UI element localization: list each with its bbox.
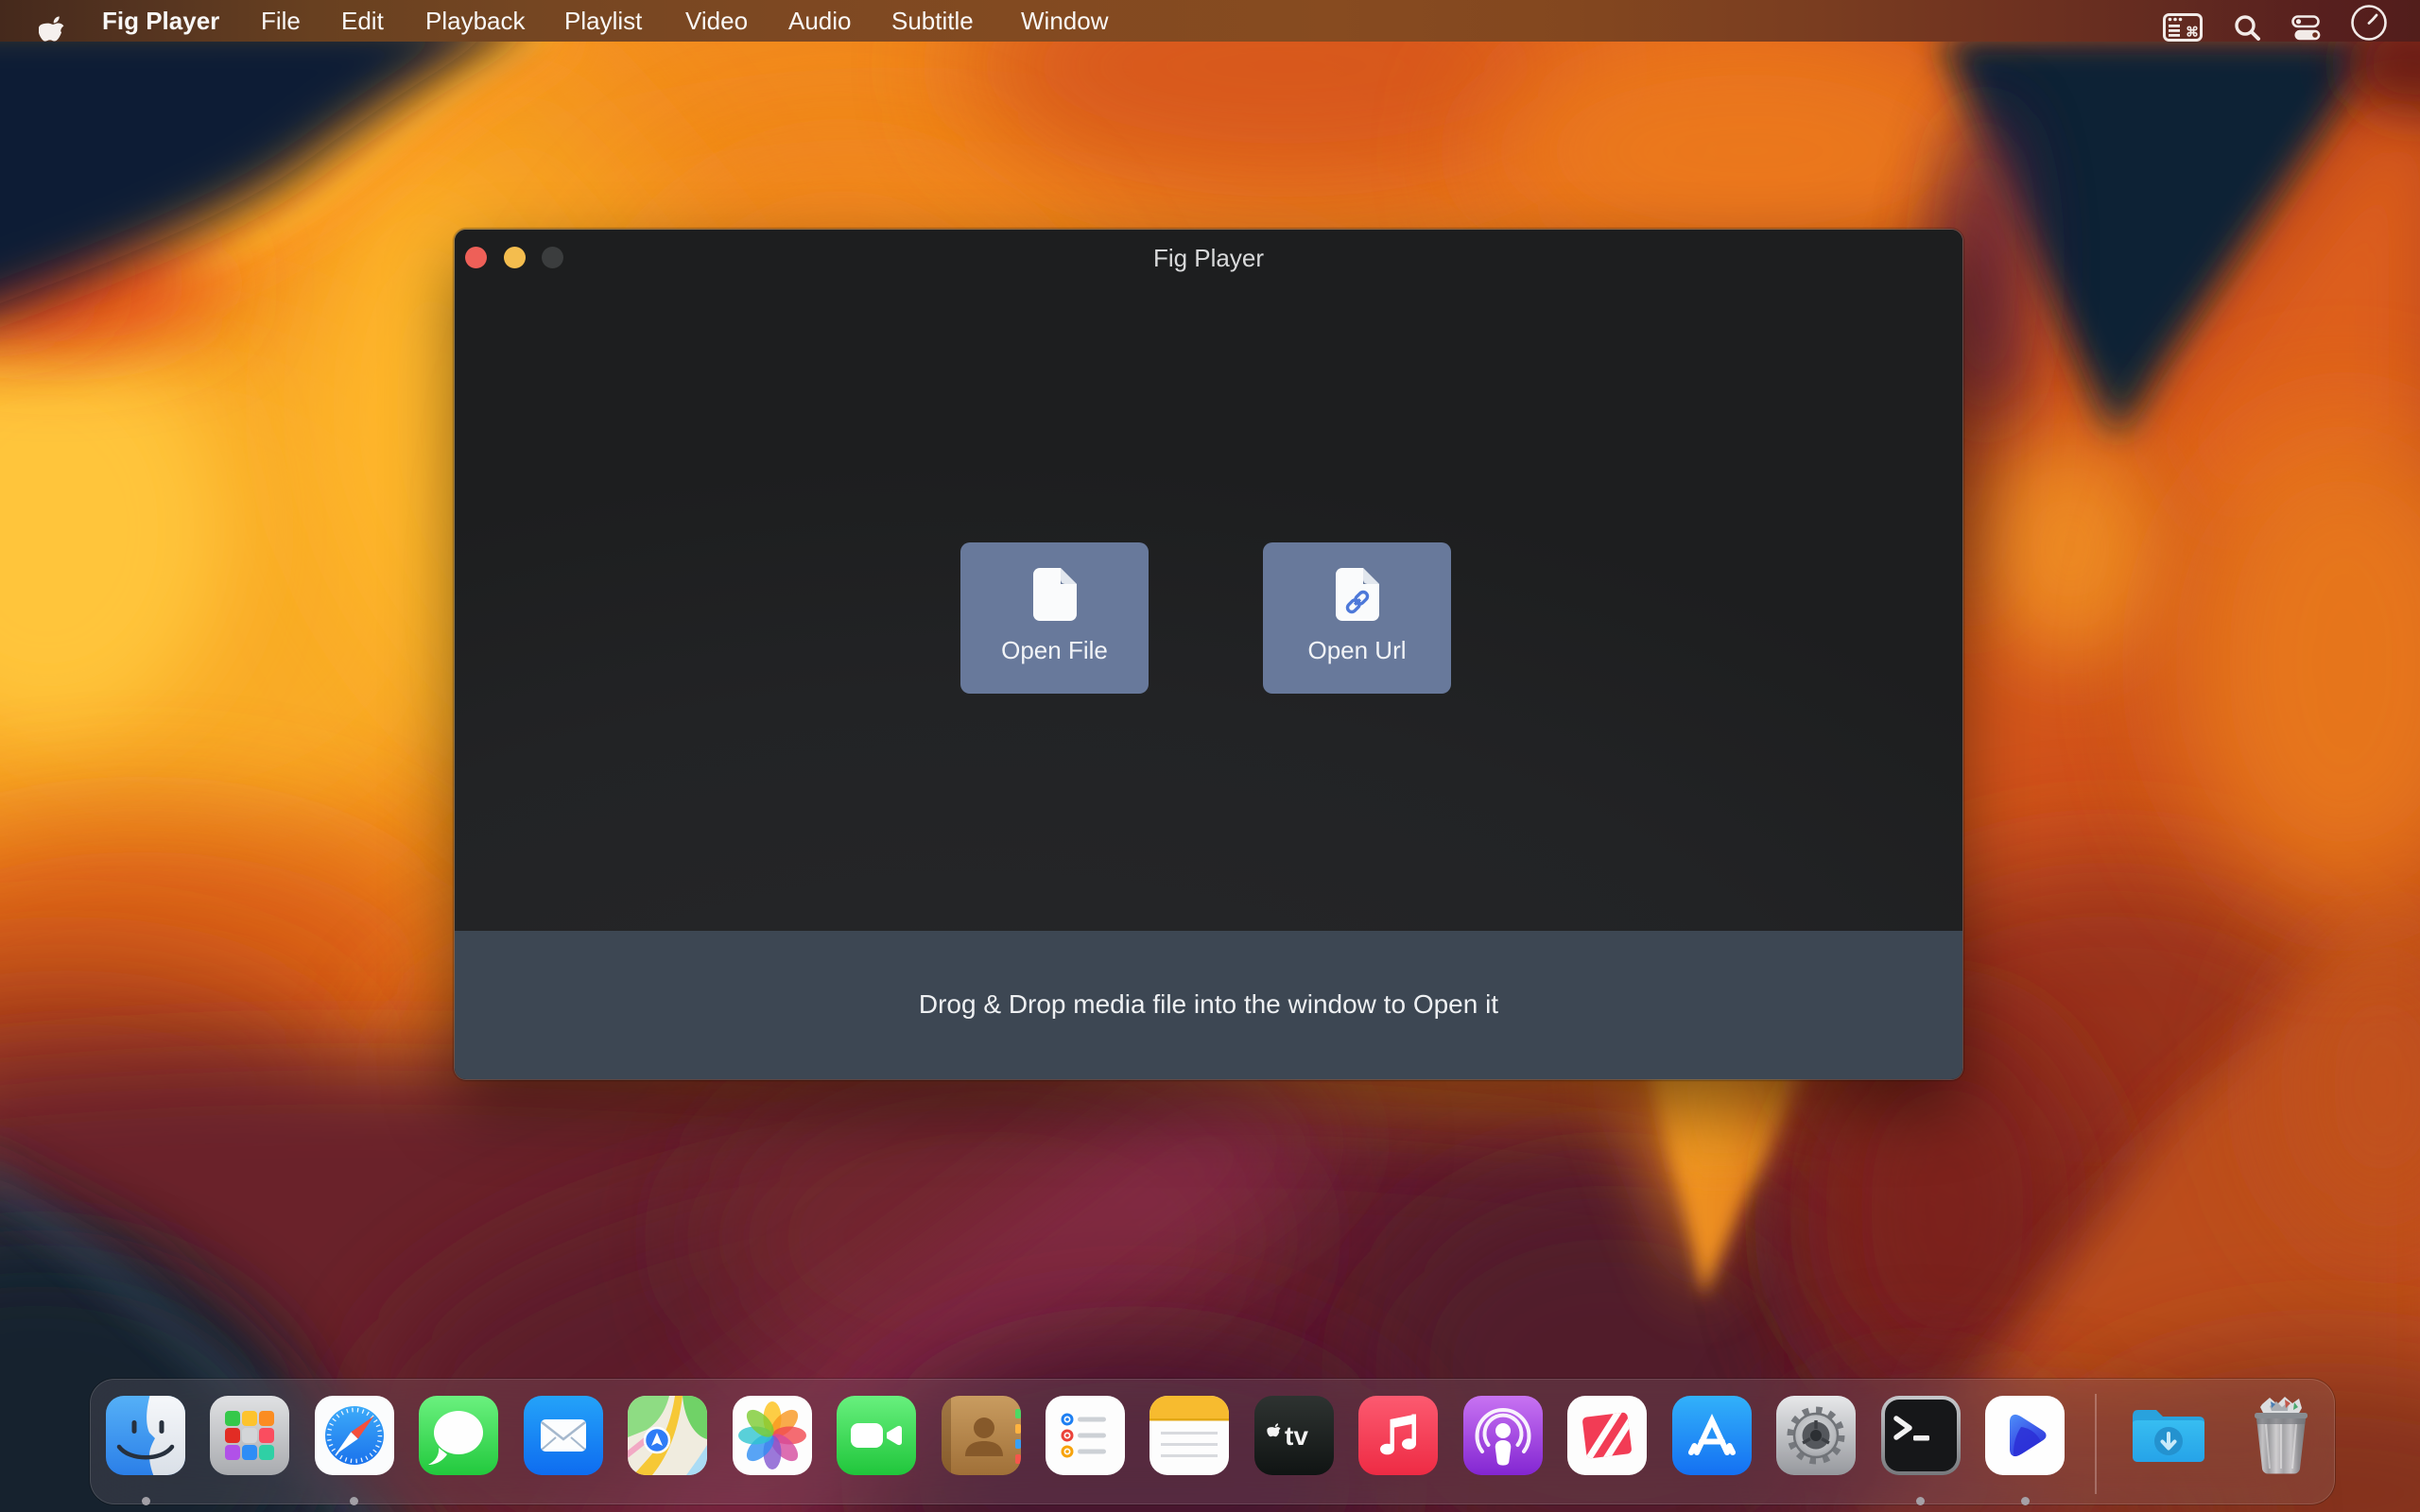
- svg-text:tv: tv: [1285, 1421, 1308, 1451]
- svg-text:⌘: ⌘: [2186, 25, 2199, 40]
